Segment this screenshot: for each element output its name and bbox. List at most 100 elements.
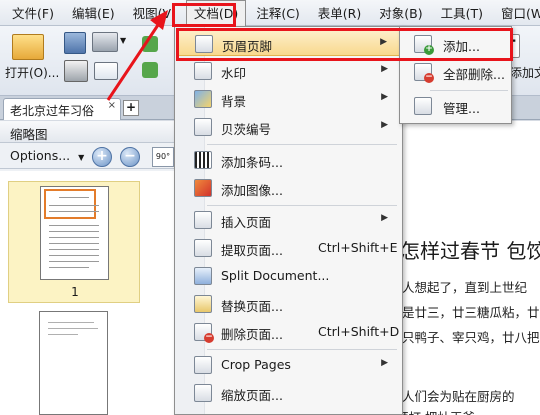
resize-page-icon — [194, 384, 212, 402]
forward-icon[interactable] — [142, 62, 158, 78]
annotation-box-document-menu — [172, 3, 236, 27]
zoom-in-button[interactable]: + — [92, 147, 112, 167]
menu-item-replace-page[interactable]: 替换页面... — [176, 291, 402, 317]
menu-item-label: Split Document... — [221, 268, 330, 283]
menu-item-split-document[interactable]: Split Document... — [176, 263, 402, 289]
menu-item-shortcut: Ctrl+Shift+D — [318, 324, 400, 339]
background-icon — [194, 90, 212, 108]
open-button-label[interactable]: 打开(O)... — [5, 64, 59, 81]
menu-item-resize-page[interactable]: 缩放页面... — [176, 380, 402, 406]
text-line — [49, 211, 99, 212]
text-line — [49, 237, 99, 238]
text-line — [49, 249, 99, 250]
thumbnail-panel: 缩略图 Options... ▼ + − 90° 1 — [0, 121, 175, 415]
text-line — [49, 225, 99, 226]
chevron-down-icon: ▼ — [78, 153, 85, 162]
annotation-box-header-footer — [176, 28, 513, 61]
text-line — [48, 322, 94, 323]
chevron-down-icon[interactable]: ▼ — [120, 36, 126, 45]
zoom-out-button[interactable]: − — [120, 147, 140, 167]
menu-file[interactable]: 文件(F) — [4, 0, 62, 25]
panel-title: 缩略图 — [0, 121, 174, 143]
menu-item-label: 背景 — [221, 94, 247, 109]
menu-item-add-barcode[interactable]: 添加条码... — [176, 147, 402, 173]
new-tab-button[interactable]: + — [123, 100, 139, 116]
tab-title: 老北京过年习俗 — [10, 104, 95, 118]
submenu-item-remove-all[interactable]: − 全部删除... — [402, 58, 510, 86]
chevron-right-icon: ▶ — [381, 92, 388, 102]
extract-page-icon — [194, 239, 212, 257]
rotate-page-button[interactable]: 90° — [152, 147, 174, 167]
menu-item-extract-page[interactable]: 提取页面... Ctrl+Shift+E — [176, 235, 402, 261]
menu-separator — [430, 90, 508, 91]
crop-pages-icon — [194, 356, 212, 374]
insert-page-icon — [194, 211, 212, 229]
menu-item-label: 添加图像... — [221, 183, 283, 198]
bates-number-icon — [194, 118, 212, 136]
document-heading: 怎样过春节 包饺 — [400, 239, 540, 263]
text-line — [49, 205, 99, 206]
save-icon[interactable] — [64, 32, 86, 54]
menu-item-add-image[interactable]: 添加图像... — [176, 175, 402, 201]
thumbnail-page-2[interactable] — [39, 311, 108, 415]
visible-area-frame[interactable] — [44, 189, 96, 219]
menu-item-bates-number[interactable]: 贝茨编号 ▶ — [176, 114, 402, 140]
email-icon[interactable] — [94, 62, 118, 80]
menu-comment[interactable]: 注释(C) — [248, 0, 307, 25]
text-line — [48, 334, 78, 335]
menu-item-background[interactable]: 背景 ▶ — [176, 86, 402, 112]
menu-separator — [207, 144, 397, 145]
text-line — [49, 243, 99, 244]
text-line — [49, 255, 99, 256]
thumbnail-list: 1 — [0, 171, 174, 415]
back-icon[interactable] — [142, 36, 158, 52]
remove-all-header-footer-icon: − — [414, 63, 434, 83]
barcode-icon — [194, 151, 212, 169]
menu-edit[interactable]: 编辑(E) — [64, 0, 123, 25]
text-line — [49, 261, 99, 262]
menu-item-shortcut: Ctrl+Shift+E — [318, 240, 398, 255]
menu-item-label: 插入页面 — [221, 215, 272, 230]
text-line — [49, 267, 89, 268]
document-text-line: 人们会为贴在厨房的 — [402, 389, 515, 404]
menu-item-label: 替换页面... — [221, 299, 283, 314]
chevron-right-icon: ▶ — [381, 358, 388, 368]
chevron-right-icon: ▶ — [381, 64, 388, 74]
menu-form[interactable]: 表单(R) — [310, 0, 369, 25]
close-icon[interactable]: × — [108, 100, 116, 111]
submenu-item-label: 全部删除... — [443, 67, 505, 82]
panel-tools: Options... ▼ + − 90° — [0, 143, 174, 169]
text-line — [49, 231, 99, 232]
page-thumbnail — [40, 186, 109, 280]
submenu-item-label: 管理... — [443, 101, 480, 116]
minus-icon: − — [204, 332, 214, 343]
tab-document[interactable]: 老北京过年习俗 × — [3, 98, 121, 120]
menu-item-label: 水印 — [221, 66, 247, 81]
menu-object[interactable]: 对象(B) — [371, 0, 430, 25]
scan-icon[interactable] — [92, 32, 118, 52]
page-number: 1 — [71, 285, 79, 299]
document-text-line: 只鸭子、宰只鸡，廿八把 — [402, 330, 540, 345]
print-icon[interactable] — [64, 60, 88, 82]
menu-tools[interactable]: 工具(T) — [433, 0, 491, 25]
options-label: Options... — [10, 148, 71, 163]
thumbnail-page-1[interactable]: 1 — [8, 181, 140, 303]
watermark-icon — [194, 62, 212, 80]
replace-page-icon — [194, 295, 212, 313]
menu-item-insert-page[interactable]: 插入页面 ▶ — [176, 207, 402, 233]
menu-item-watermark[interactable]: 水印 ▶ — [176, 58, 402, 84]
menu-window[interactable]: 窗口(W) — [493, 0, 540, 25]
menubar: 文件(F) 编辑(E) 视图(V) 文档(D) 注释(C) 表单(R) 对象(B… — [0, 0, 540, 26]
open-folder-icon[interactable] — [12, 34, 44, 60]
add-text-label[interactable]: 添加文 — [510, 64, 540, 81]
document-menu: 页眉页脚 ▶ 水印 ▶ 背景 ▶ 贝茨编号 ▶ 添加条码... 添加图像... … — [174, 26, 403, 415]
document-text-line: 是廿三，廿三糖瓜粘，廿 — [402, 305, 540, 320]
split-document-icon — [194, 267, 212, 285]
delete-page-icon: − — [194, 323, 214, 343]
submenu-item-manage[interactable]: 管理... — [402, 92, 510, 120]
options-dropdown[interactable]: Options... ▼ — [10, 148, 84, 163]
menu-item-crop-pages[interactable]: Crop Pages ▶ — [176, 352, 402, 378]
document-text-line: 人想起了，直到上世纪 — [402, 280, 528, 295]
chevron-right-icon: ▶ — [381, 120, 388, 130]
menu-item-delete-page[interactable]: − 删除页面... Ctrl+Shift+D — [176, 319, 402, 345]
